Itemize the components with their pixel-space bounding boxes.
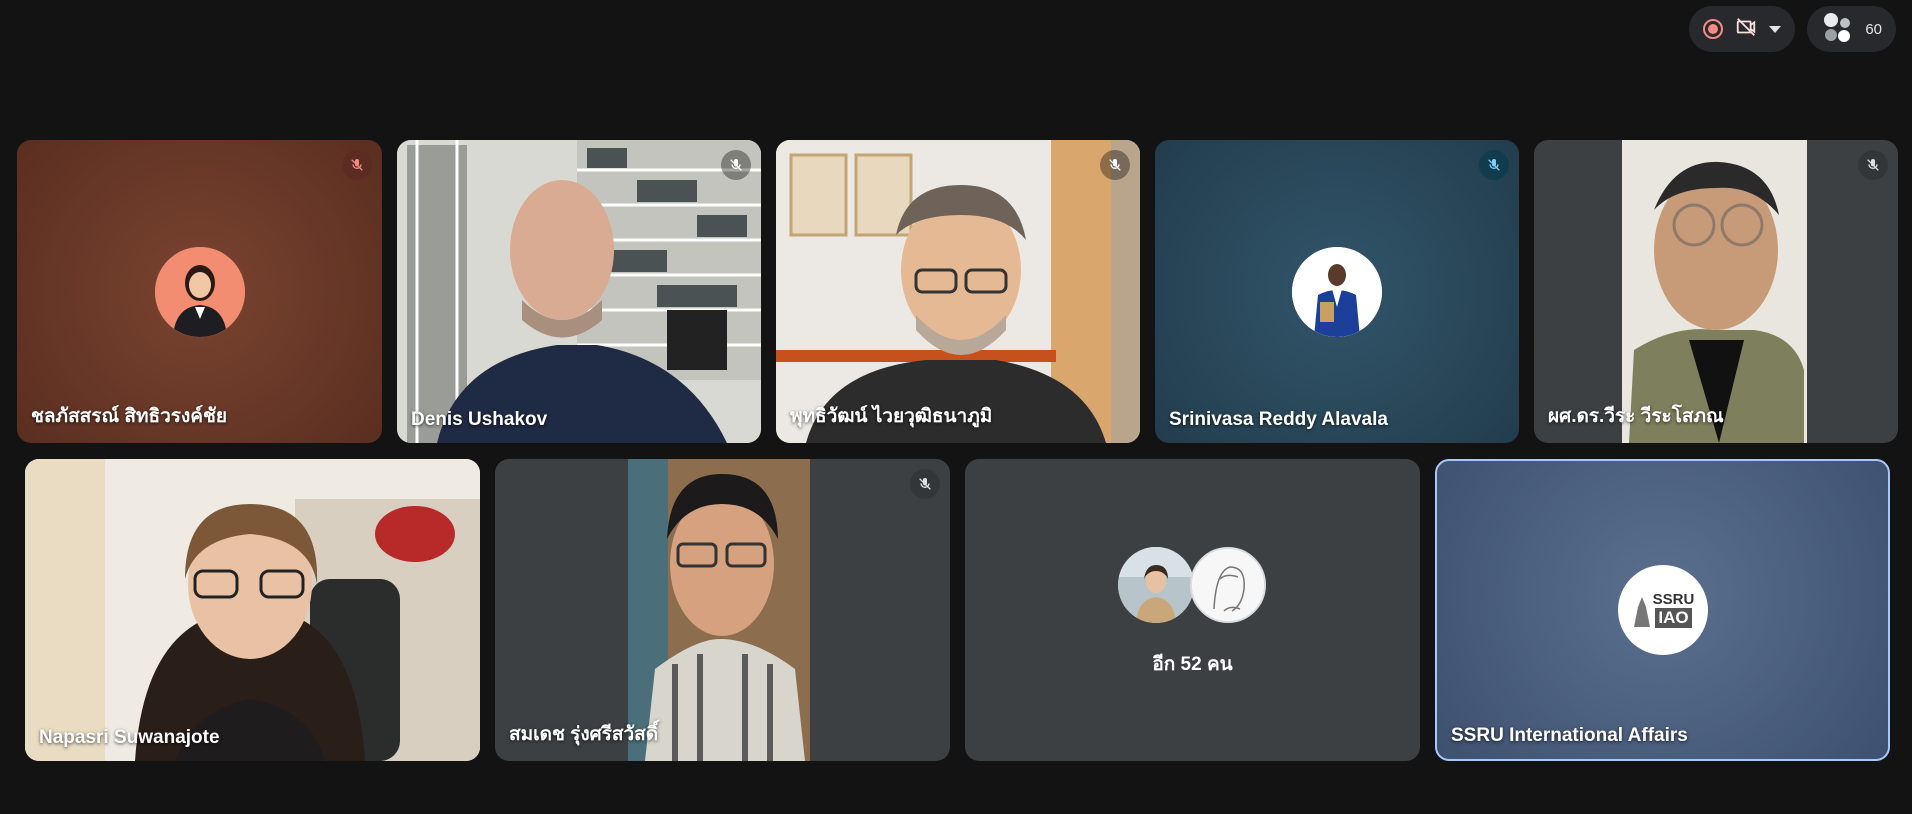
logo-text-top: SSRU (1652, 591, 1695, 608)
mic-off-icon (721, 150, 751, 180)
participant-tile[interactable]: Srinivasa Reddy Alavala (1155, 140, 1519, 443)
participant-avatar (1190, 547, 1266, 623)
mic-off-icon (1858, 150, 1888, 180)
chevron-down-icon[interactable] (1769, 25, 1782, 33)
logo-text-bottom: IAO (1655, 608, 1692, 628)
participant-name: Denis Ushakov (411, 409, 548, 430)
participant-tile[interactable]: พุทธิวัฒน์ ไวยวุฒิธนาภูมิ (776, 140, 1140, 443)
participant-name: Srinivasa Reddy Alavala (1169, 409, 1388, 430)
participant-name: พุทธิวัฒน์ ไวยวุฒิธนาภูมิ (790, 406, 993, 427)
video-feed (628, 459, 810, 761)
participant-tile[interactable]: ชลภัสสรณ์ สิทธิวรงค์ชัย (17, 140, 382, 443)
participant-tile[interactable]: SSRU IAO SSRU International Affairs (1435, 459, 1890, 761)
participant-avatar (154, 246, 245, 337)
organization-logo: SSRU IAO (1617, 565, 1708, 655)
participant-name: Napasri Suwanajote (39, 727, 220, 748)
mic-off-icon (1100, 150, 1130, 180)
others-count-label: อีก 52 คน (1152, 654, 1233, 675)
video-feed (776, 140, 1140, 443)
others-group-tile[interactable]: อีก 52 คน (965, 459, 1420, 761)
video-feed (25, 459, 480, 761)
participant-tile[interactable]: Denis Ushakov (397, 140, 761, 443)
no-camera-icon[interactable] (1735, 16, 1757, 43)
top-controls: 60 (1689, 6, 1896, 52)
mic-off-icon (910, 469, 940, 499)
mic-off-icon (1479, 150, 1509, 180)
participant-name: ผศ.ดร.วีระ วีระโสภณ (1548, 406, 1724, 427)
participant-avatar (1292, 246, 1382, 337)
participants-button[interactable]: 60 (1807, 6, 1896, 52)
participant-name: SSRU International Affairs (1451, 725, 1688, 746)
participant-count: 60 (1865, 20, 1882, 38)
participant-tile[interactable]: ผศ.ดร.วีระ วีระโสภณ (1534, 140, 1898, 443)
recording-icon[interactable] (1703, 19, 1724, 39)
participant-tile[interactable]: Napasri Suwanajote (25, 459, 480, 761)
recording-controls[interactable] (1689, 6, 1796, 52)
participant-tile[interactable]: สมเดช รุ่งศรีสวัสดิ์ (495, 459, 950, 761)
video-feed (397, 140, 761, 443)
participant-name: ชลภัสสรณ์ สิทธิวรงค์ชัย (31, 406, 227, 427)
mic-off-icon (342, 150, 372, 180)
participant-avatar (1118, 547, 1194, 623)
participant-name: สมเดช รุ่งศรีสวัสดิ์ (509, 724, 659, 745)
participants-icon (1821, 11, 1853, 48)
video-feed (1622, 140, 1807, 443)
